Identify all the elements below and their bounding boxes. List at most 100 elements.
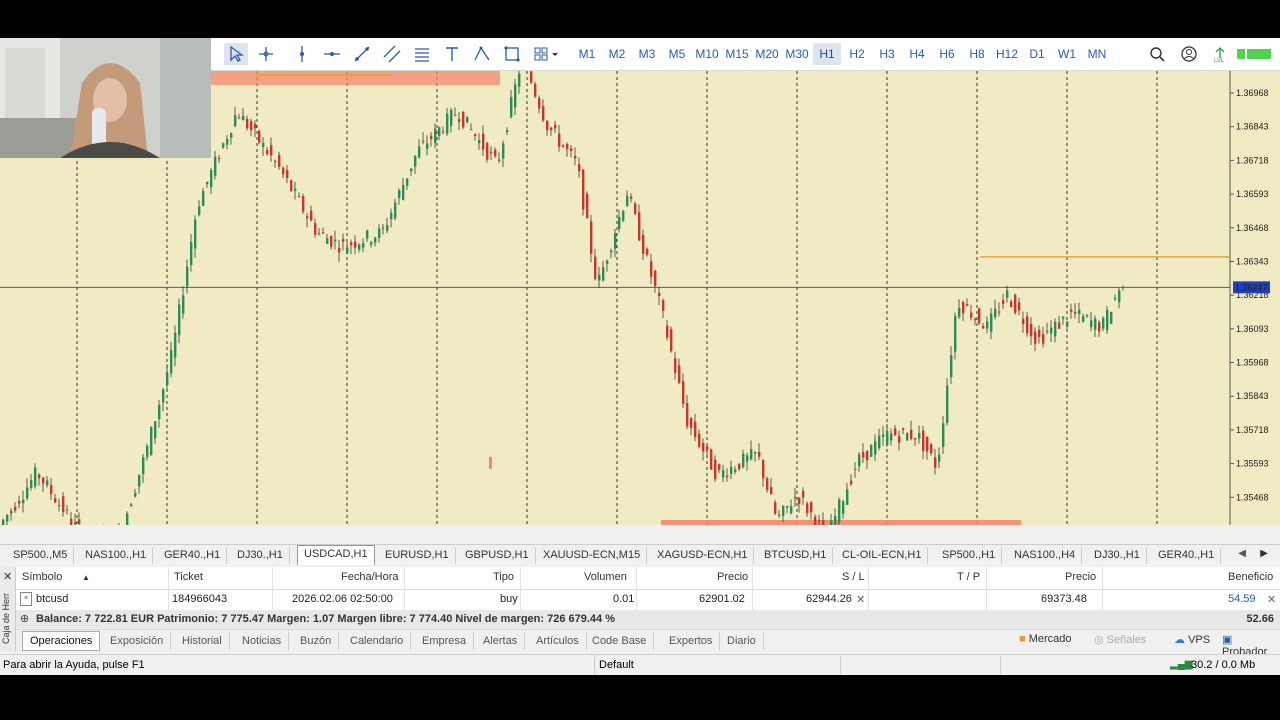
toolbox-tab[interactable]: Noticias <box>235 632 290 650</box>
close-icon[interactable]: ✕ <box>3 570 12 583</box>
timeframe-m15[interactable]: M15 <box>723 43 751 65</box>
objects-menu-icon[interactable] <box>530 43 562 65</box>
timeframe-h2[interactable]: H2 <box>843 43 871 65</box>
chart-tab[interactable]: DJ30.,H1 <box>231 547 290 564</box>
timeframe-m1[interactable]: M1 <box>573 43 601 65</box>
crosshair-tool-icon[interactable] <box>254 43 278 65</box>
chart-tab[interactable]: CL-OIL-ECN,H1 <box>836 547 929 564</box>
chart-tab[interactable]: GER40.,H1 <box>158 547 228 564</box>
chart-tab[interactable]: USDCAD,H1 <box>297 545 375 565</box>
candle-body <box>918 433 921 439</box>
toolbox-tab[interactable]: Artículos <box>529 632 587 650</box>
chart-tab[interactable]: XAGUSD-ECN,H1 <box>651 547 755 564</box>
candle-body <box>654 270 657 287</box>
timeframe-h1[interactable]: H1 <box>813 43 841 65</box>
toolbox-side-panel[interactable]: ✕ Caja de Herr <box>0 567 16 651</box>
timeframe-mn[interactable]: MN <box>1083 43 1111 65</box>
row-sl[interactable]: 62944.26 <box>806 593 852 605</box>
tabs-scroll-right-icon[interactable]: ▶ <box>1260 548 1268 559</box>
table-row[interactable]: ≡ btcusd 184966043 2026.02.06 02:50:00 b… <box>16 589 1280 610</box>
candle-body <box>178 304 181 336</box>
toolbox-tab[interactable]: Diario <box>720 632 764 650</box>
vps-button[interactable]: ☁ VPS <box>1174 633 1210 646</box>
chart-tab[interactable]: EURUSD,H1 <box>379 547 456 564</box>
toolbox-tab[interactable]: Calendario <box>343 632 412 650</box>
candle-body <box>838 499 841 523</box>
candle-body <box>762 460 765 479</box>
signals-button[interactable]: ◎ Señales <box>1094 633 1146 646</box>
col-tp[interactable]: T / P <box>957 571 980 583</box>
chart-tab[interactable]: SP500.,H1 <box>936 547 1003 564</box>
trendline-tool-icon[interactable] <box>350 43 374 65</box>
expand-icon[interactable]: ⊕ <box>20 610 29 628</box>
col-profit[interactable]: Beneficio <box>1228 571 1273 583</box>
horizontal-line-tool-icon[interactable] <box>320 43 344 65</box>
price-label: 1.36593 <box>1236 189 1269 199</box>
toolbox-tab[interactable]: Alertas <box>476 632 526 650</box>
col-volume[interactable]: Volumen <box>584 571 627 583</box>
timeframe-m20[interactable]: M20 <box>753 43 781 65</box>
fibonacci-tool-icon[interactable] <box>410 43 434 65</box>
timeframe-m2[interactable]: M2 <box>603 43 631 65</box>
chart-tab[interactable]: DJ30.,H1 <box>1088 547 1147 564</box>
account-icon[interactable] <box>1177 43 1201 65</box>
vertical-line-tool-icon[interactable] <box>290 43 314 65</box>
toolbox-tab[interactable]: Buzón <box>293 632 340 650</box>
text-tool-icon[interactable] <box>440 43 464 65</box>
tabs-scroll-left-icon[interactable]: ◀ <box>1238 548 1246 559</box>
toolbox-tab[interactable]: Empresa <box>415 632 475 650</box>
search-icon[interactable] <box>1145 43 1169 65</box>
toolbox-tab[interactable]: Exposición <box>103 632 172 650</box>
col-price[interactable]: Precio <box>717 571 748 583</box>
timeframe-h4[interactable]: H4 <box>903 43 931 65</box>
col-time[interactable]: Fecha/Hora <box>341 571 398 583</box>
chart-tab[interactable]: NAS100.,H1 <box>79 547 154 564</box>
timeframe-h12[interactable]: H12 <box>993 43 1021 65</box>
close-position-icon[interactable]: ✕ <box>1267 593 1276 606</box>
timeframe-d1[interactable]: D1 <box>1023 43 1051 65</box>
cursor-tool-icon[interactable] <box>224 43 248 65</box>
col-current-price[interactable]: Precio <box>1065 571 1096 583</box>
chart-tab[interactable]: GER40.,H1 <box>1152 547 1222 564</box>
candle-body <box>366 230 369 239</box>
candle-body <box>222 143 225 148</box>
timeframe-w1[interactable]: W1 <box>1053 43 1081 65</box>
chart-tab[interactable]: XAUUSD-ECN,M15 <box>537 547 648 564</box>
col-sl[interactable]: S / L <box>842 571 865 583</box>
shapes-tool-icon[interactable] <box>470 43 494 65</box>
row-current-price: 69373.48 <box>1041 593 1087 605</box>
candle-body <box>962 302 965 314</box>
chart-tab[interactable]: SP500.,M5 <box>7 547 75 564</box>
toolbox-tab[interactable]: Operaciones <box>22 631 101 651</box>
current-price-label: 1.36247 <box>1235 282 1268 292</box>
channel-tool-icon[interactable] <box>380 43 404 65</box>
chart-tab[interactable]: BTCUSD,H1 <box>758 547 834 564</box>
candle-body <box>506 130 509 133</box>
candle-body <box>538 98 541 109</box>
chart-tab[interactable]: NAS100.,H4 <box>1008 547 1083 564</box>
clear-sl-icon[interactable]: ✕ <box>856 593 865 606</box>
signals-icon: ◎ <box>1094 634 1104 646</box>
chart-tab[interactable]: GBPUSD,H1 <box>459 547 536 564</box>
timeframe-m10[interactable]: M10 <box>693 43 721 65</box>
candle-body <box>198 206 201 215</box>
col-ticket[interactable]: Ticket <box>174 571 203 583</box>
candle-body <box>262 142 265 147</box>
timeframe-m5[interactable]: M5 <box>663 43 691 65</box>
candle-body <box>1098 322 1101 332</box>
total-profit: 52.66 <box>1246 613 1274 625</box>
candle-body <box>466 116 469 123</box>
timeframe-h3[interactable]: H3 <box>873 43 901 65</box>
col-type[interactable]: Tipo <box>493 571 514 583</box>
timeframe-h8[interactable]: H8 <box>963 43 991 65</box>
timeframe-m3[interactable]: M3 <box>633 43 661 65</box>
timeframe-m30[interactable]: M30 <box>783 43 811 65</box>
toolbox-tab[interactable]: Code Base <box>585 632 655 650</box>
toolbox-tab[interactable]: Historial <box>175 632 230 650</box>
toolbox-tab[interactable]: Expertos <box>662 632 721 650</box>
rectangle-tool-icon[interactable] <box>500 43 524 65</box>
timeframe-h6[interactable]: H6 <box>933 43 961 65</box>
market-button[interactable]: ■ Mercado <box>1019 633 1072 645</box>
candle-body <box>886 430 889 445</box>
col-symbol[interactable]: Símbolo <box>22 571 62 583</box>
